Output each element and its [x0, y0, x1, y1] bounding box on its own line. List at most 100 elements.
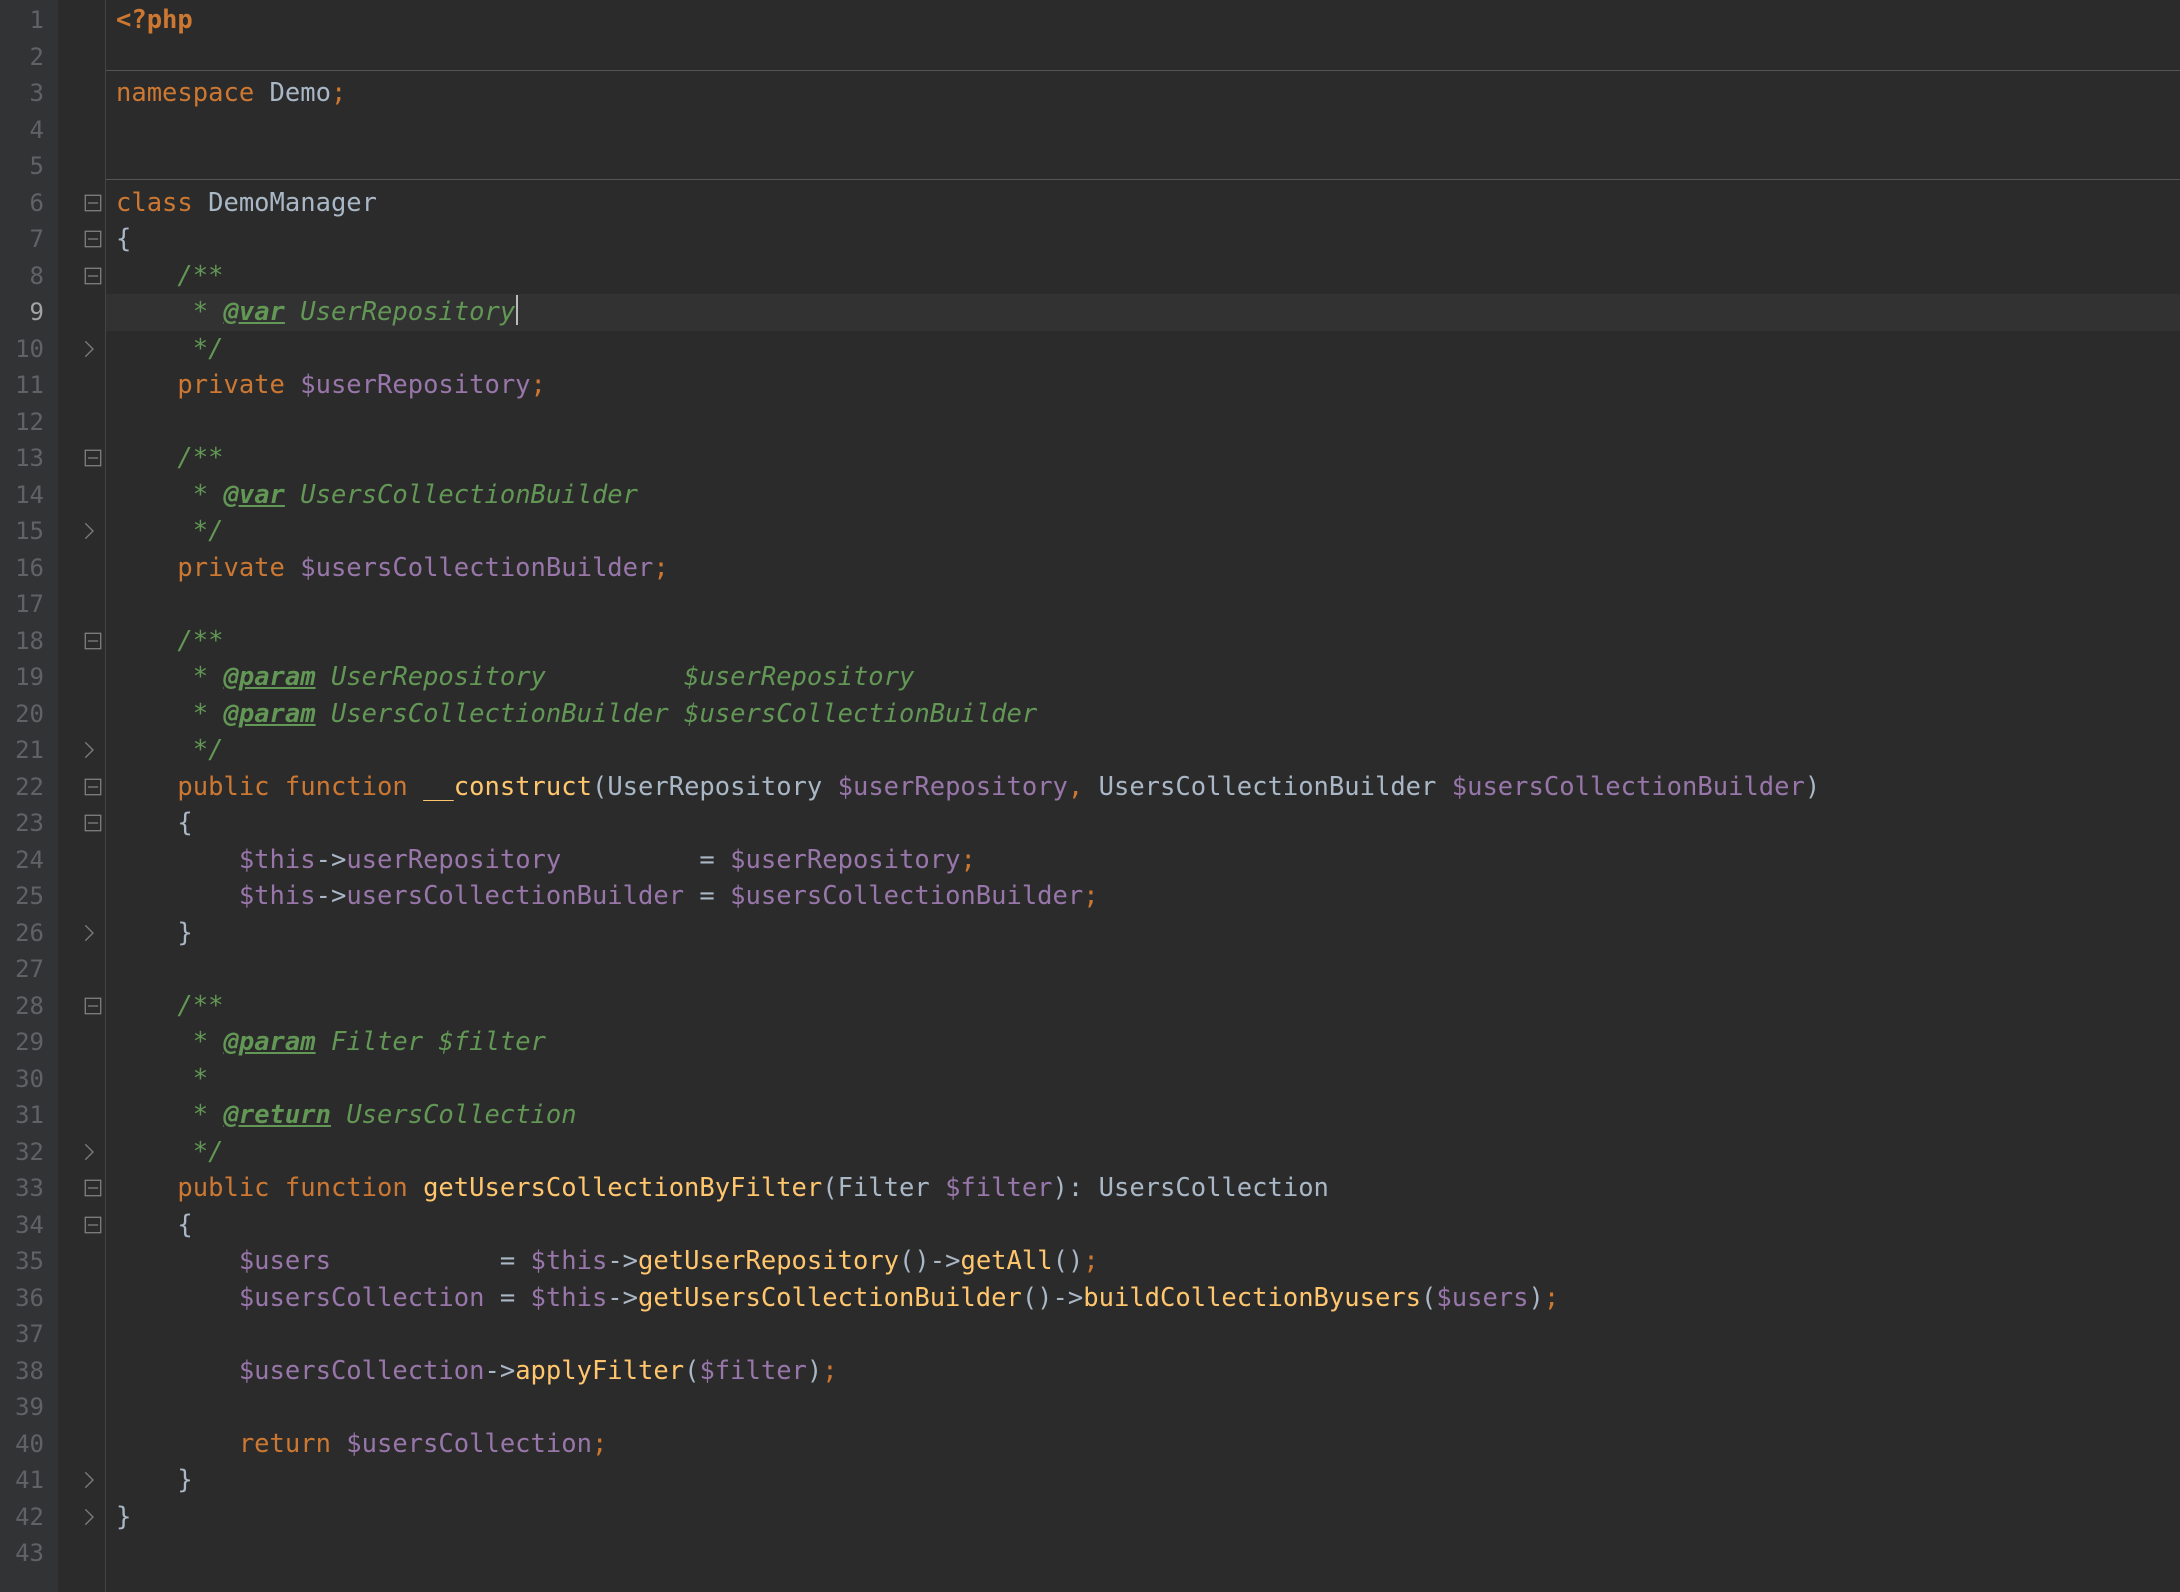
fold-cell[interactable]	[58, 1207, 105, 1244]
code-line[interactable]: public function getUsersCollectionByFilt…	[106, 1170, 2180, 1207]
fold-close-icon[interactable]	[84, 522, 102, 540]
fold-cell[interactable]	[58, 331, 105, 368]
fold-close-icon[interactable]	[84, 1508, 102, 1526]
code-line[interactable]: $usersCollection = $this->getUsersCollec…	[106, 1280, 2180, 1317]
fold-open-icon[interactable]	[84, 632, 102, 650]
fold-close-icon[interactable]	[84, 741, 102, 759]
fold-open-icon[interactable]	[84, 267, 102, 285]
code-line[interactable]: * @return UsersCollection	[106, 1097, 2180, 1134]
fold-close-icon[interactable]	[84, 1471, 102, 1489]
code-line[interactable]: * @var UserRepository	[106, 294, 2180, 331]
fold-cell[interactable]	[58, 513, 105, 550]
code-line[interactable]: <?php	[106, 2, 2180, 39]
code-line[interactable]: }	[106, 915, 2180, 952]
fold-cell[interactable]	[58, 75, 105, 112]
code-line[interactable]: * @param UserRepository $userRepository	[106, 659, 2180, 696]
fold-cell[interactable]	[58, 112, 105, 149]
fold-cell[interactable]	[58, 2, 105, 39]
code-line[interactable]: /**	[106, 258, 2180, 295]
fold-cell[interactable]	[58, 1353, 105, 1390]
fold-cell[interactable]	[58, 1243, 105, 1280]
code-line[interactable]: return $usersCollection;	[106, 1426, 2180, 1463]
code-editor[interactable]: 1234567891011121314151617181920212223242…	[0, 0, 2180, 1592]
fold-cell[interactable]	[58, 1462, 105, 1499]
code-line[interactable]: {	[106, 805, 2180, 842]
fold-cell[interactable]	[58, 1499, 105, 1536]
fold-cell[interactable]	[58, 258, 105, 295]
fold-close-icon[interactable]	[84, 340, 102, 358]
code-line[interactable]	[106, 39, 2180, 76]
fold-cell[interactable]	[58, 550, 105, 587]
fold-cell[interactable]	[58, 659, 105, 696]
code-line[interactable]: $this->usersCollectionBuilder = $usersCo…	[106, 878, 2180, 915]
code-line[interactable]	[106, 951, 2180, 988]
code-line[interactable]: $usersCollection->applyFilter($filter);	[106, 1353, 2180, 1390]
code-line[interactable]	[106, 586, 2180, 623]
fold-cell[interactable]	[58, 805, 105, 842]
code-line[interactable]: *	[106, 1061, 2180, 1098]
code-line[interactable]: */	[106, 732, 2180, 769]
fold-open-icon[interactable]	[84, 814, 102, 832]
fold-close-icon[interactable]	[84, 1143, 102, 1161]
fold-close-icon[interactable]	[84, 924, 102, 942]
code-line[interactable]: */	[106, 513, 2180, 550]
fold-cell[interactable]	[58, 148, 105, 185]
fold-cell[interactable]	[58, 404, 105, 441]
code-line[interactable]: /**	[106, 988, 2180, 1025]
code-line[interactable]	[106, 112, 2180, 149]
fold-cell[interactable]	[58, 185, 105, 222]
code-line[interactable]	[106, 404, 2180, 441]
fold-cell[interactable]	[58, 1389, 105, 1426]
code-line[interactable]: namespace Demo;	[106, 75, 2180, 112]
fold-cell[interactable]	[58, 440, 105, 477]
fold-cell[interactable]	[58, 696, 105, 733]
code-line[interactable]	[106, 1389, 2180, 1426]
code-line[interactable]	[106, 148, 2180, 185]
fold-cell[interactable]	[58, 732, 105, 769]
code-line[interactable]: $this->userRepository = $userRepository;	[106, 842, 2180, 879]
fold-open-icon[interactable]	[84, 230, 102, 248]
code-line[interactable]: class DemoManager	[106, 185, 2180, 222]
fold-cell[interactable]	[58, 769, 105, 806]
code-line[interactable]: {	[106, 1207, 2180, 1244]
fold-open-icon[interactable]	[84, 1179, 102, 1197]
fold-cell[interactable]	[58, 1426, 105, 1463]
code-area[interactable]: <?phpnamespace Demo;class DemoManager{ /…	[106, 0, 2180, 1592]
fold-cell[interactable]	[58, 878, 105, 915]
fold-cell[interactable]	[58, 1097, 105, 1134]
fold-cell[interactable]	[58, 221, 105, 258]
fold-cell[interactable]	[58, 1024, 105, 1061]
code-line[interactable]	[106, 1316, 2180, 1353]
fold-open-icon[interactable]	[84, 997, 102, 1015]
code-line[interactable]: {	[106, 221, 2180, 258]
code-line[interactable]: /**	[106, 623, 2180, 660]
fold-cell[interactable]	[58, 915, 105, 952]
code-line[interactable]: * @var UsersCollectionBuilder	[106, 477, 2180, 514]
fold-open-icon[interactable]	[84, 778, 102, 796]
fold-cell[interactable]	[58, 477, 105, 514]
fold-cell[interactable]	[58, 1134, 105, 1171]
fold-column[interactable]	[58, 0, 106, 1592]
fold-open-icon[interactable]	[84, 194, 102, 212]
fold-cell[interactable]	[58, 988, 105, 1025]
fold-cell[interactable]	[58, 951, 105, 988]
code-line[interactable]: * @param UsersCollectionBuilder $usersCo…	[106, 696, 2180, 733]
fold-open-icon[interactable]	[84, 1216, 102, 1234]
code-line[interactable]: private $userRepository;	[106, 367, 2180, 404]
code-line[interactable]: $users = $this->getUserRepository()->get…	[106, 1243, 2180, 1280]
code-line[interactable]: */	[106, 1134, 2180, 1171]
fold-cell[interactable]	[58, 1535, 105, 1572]
code-line[interactable]: /**	[106, 440, 2180, 477]
code-line[interactable]: public function __construct(UserReposito…	[106, 769, 2180, 806]
code-line[interactable]: */	[106, 331, 2180, 368]
fold-cell[interactable]	[58, 1280, 105, 1317]
fold-cell[interactable]	[58, 1316, 105, 1353]
fold-cell[interactable]	[58, 294, 105, 331]
fold-cell[interactable]	[58, 367, 105, 404]
code-line[interactable]: }	[106, 1462, 2180, 1499]
fold-cell[interactable]	[58, 842, 105, 879]
fold-cell[interactable]	[58, 1061, 105, 1098]
fold-cell[interactable]	[58, 586, 105, 623]
code-line[interactable]	[106, 1535, 2180, 1572]
fold-open-icon[interactable]	[84, 449, 102, 467]
